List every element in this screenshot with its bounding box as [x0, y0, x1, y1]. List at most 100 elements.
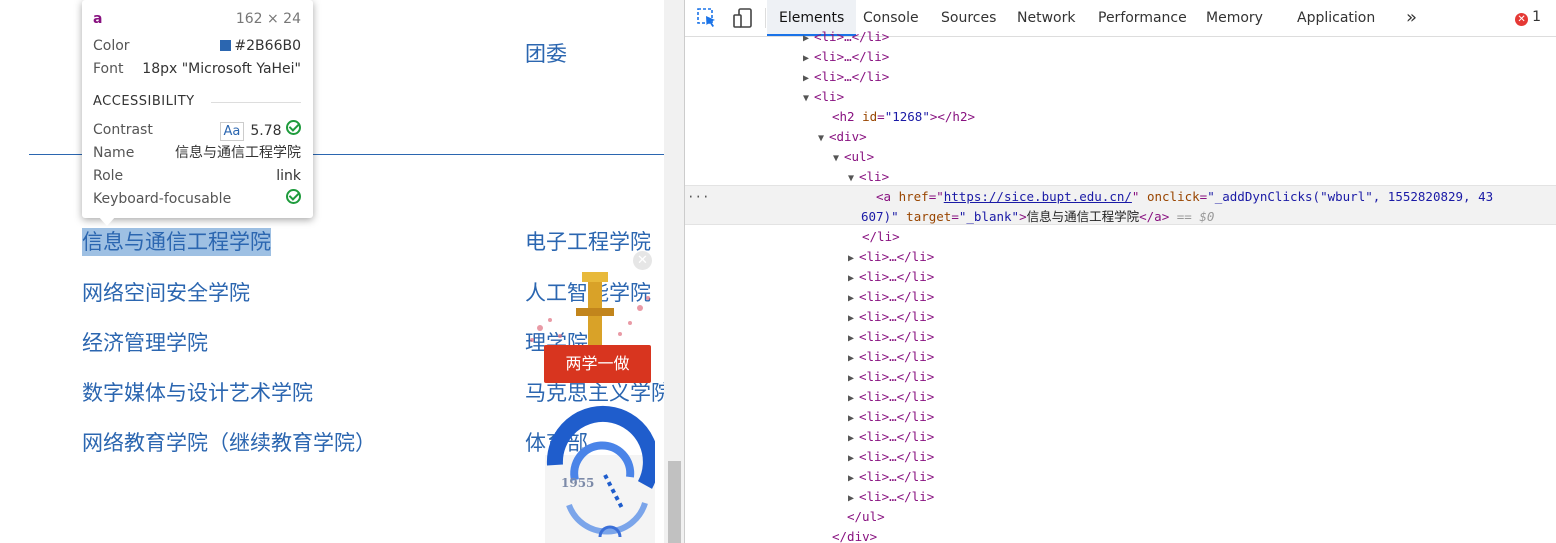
tab-network[interactable]: Network [1017, 0, 1075, 36]
tab-application[interactable]: Application [1297, 0, 1375, 36]
dom-node[interactable]: </li> [862, 227, 900, 247]
link-tuanwei[interactable]: 团委 [525, 40, 567, 68]
tab-memory[interactable]: Memory [1206, 0, 1263, 36]
two-studies-badge[interactable]: 两学一做 [544, 345, 651, 383]
tooltip-name-label: Name [93, 145, 135, 161]
dom-node[interactable]: ▶ <li>…</li> [848, 327, 934, 347]
node-text: <li>…</li> [859, 489, 935, 504]
link-college-1[interactable]: 信息与通信工程学院 [82, 228, 271, 256]
tooltip-color-value: #2B66B0 [234, 38, 301, 54]
close-icon[interactable]: ✕ [633, 251, 652, 270]
dom-node[interactable]: ▶ <li>…</li> [848, 367, 934, 387]
dom-node[interactable]: ▶ <li>…</li> [803, 67, 889, 87]
link-college-5[interactable]: 网络教育学院（继续教育学院） [82, 429, 376, 457]
device-toggle-icon[interactable] [732, 7, 754, 29]
attr-name: onclick [1139, 189, 1200, 204]
dom-node[interactable]: ▼ <ul> [833, 147, 874, 167]
dom-node[interactable]: ▶ <li>…</li> [848, 247, 934, 267]
error-icon: ✕ [1515, 13, 1529, 26]
node-text: <li>…</li> [859, 289, 935, 304]
node-text: </li> [862, 229, 900, 244]
dom-node[interactable]: <h2 id="1268"></h2> [832, 107, 975, 127]
node-text: <li>…</li> [859, 469, 935, 484]
dom-node[interactable]: ▶ <li>…</li> [848, 427, 934, 447]
tooltip-tag: a [93, 11, 103, 27]
node-text: <li>…</li> [859, 369, 935, 384]
dom-node[interactable]: ▶ <li>…</li> [848, 347, 934, 367]
node-text: <li>…</li> [859, 409, 935, 424]
href-link[interactable]: https://sice.bupt.edu.cn/ [944, 189, 1132, 204]
dom-node[interactable]: ▶ <li>…</li> [803, 27, 889, 47]
node-text: <li>…</li> [814, 29, 890, 44]
link-college-right-1[interactable]: 电子工程学院 [525, 228, 651, 256]
node-text: </div> [832, 529, 878, 543]
node-actions-icon[interactable]: ··· [687, 187, 710, 207]
scrollbar-thumb[interactable] [668, 461, 681, 543]
node-text-content: 信息与通信工程学院 [1026, 209, 1140, 224]
tab-performance[interactable]: Performance [1098, 0, 1187, 36]
devtools-panel: Elements Console Sources Network Perform… [684, 0, 1556, 543]
node-text: <h2 [832, 109, 863, 124]
dom-node[interactable]: ▶ <li>…</li> [848, 267, 934, 287]
dom-node[interactable]: ▶ <li>…</li> [803, 47, 889, 67]
dom-node[interactable]: ▶ <li>…</li> [848, 387, 934, 407]
dom-node[interactable]: </ul> [847, 507, 885, 527]
node-text: <li>…</li> [814, 49, 890, 64]
node-text: <li> [859, 169, 890, 184]
tooltip-accessibility-heading: ACCESSIBILITY [93, 94, 195, 109]
attr-name: id [862, 109, 878, 124]
dom-node[interactable]: </div> [832, 527, 877, 543]
svg-text:1955: 1955 [561, 476, 594, 490]
attr-value: "1268" [884, 109, 930, 124]
node-text: <li>…</li> [859, 309, 935, 324]
inspect-element-icon[interactable] [696, 7, 718, 29]
node-text: ></h2> [929, 109, 976, 124]
link-college-3[interactable]: 经济管理学院 [82, 329, 208, 357]
error-counter[interactable]: ✕ 1 [1515, 9, 1541, 26]
contrast-sample: Aa [219, 122, 245, 141]
dom-node[interactable]: ▼ <li> [803, 87, 844, 107]
dom-node[interactable]: ▶ <li>…</li> [848, 307, 934, 327]
anniversary-logo: 1955 [545, 405, 655, 543]
node-text: </ul> [847, 509, 885, 524]
inspect-tooltip: a 162 × 24 Color #2B66B0 Font 18px "Micr… [82, 0, 313, 218]
node-text: <li>…</li> [859, 329, 935, 344]
error-count: 1 [1532, 9, 1541, 25]
attr-value: "_blank" [958, 209, 1020, 224]
node-text: <li>…</li> [859, 269, 935, 284]
node-text: <li>…</li> [859, 389, 935, 404]
dom-node[interactable]: ▼ <li> [848, 167, 889, 187]
node-text: <div> [829, 129, 867, 144]
dom-node[interactable]: ▶ <li>…</li> [848, 447, 934, 467]
dom-node[interactable]: ▶ <li>…</li> [848, 407, 934, 427]
node-text: <li> [814, 89, 845, 104]
attr-name: target [898, 209, 952, 224]
dom-node-selected-cont[interactable]: 607)" target="_blank">信息与通信工程学院</a> == $… [861, 207, 1214, 227]
selected-marker: == $0 [1176, 209, 1215, 224]
tooltip-section-rule [211, 102, 301, 103]
dom-node[interactable]: ▶ <li>…</li> [848, 287, 934, 307]
link-college-2[interactable]: 网络空间安全学院 [82, 279, 250, 307]
tooltip-arrow [98, 216, 116, 226]
tab-sources[interactable]: Sources [941, 0, 996, 36]
dom-node[interactable]: ▼ <div> [818, 127, 867, 147]
dom-tree: ▶ <li>…</li> ▶ <li>…</li> ▶ <li>…</li> ▼ <li… [685, 29, 1556, 543]
dom-node-selected[interactable]: <a href="https://sice.bupt.edu.cn/" oncl… [876, 187, 1493, 207]
link-college-right-4[interactable]: 马克思主义学院 [525, 379, 664, 407]
dom-node[interactable]: ▶ <li>…</li> [848, 487, 934, 507]
node-text: <ul> [844, 149, 875, 164]
tooltip-contrast-label: Contrast [93, 122, 153, 138]
tooltip-role-value: link [276, 168, 301, 184]
attr-value: "_addDynClicks("wburl", 1552820829, 43 [1207, 189, 1494, 204]
node-text: <li>…</li> [859, 349, 935, 364]
node-text: <li>…</li> [859, 429, 935, 444]
dom-node[interactable]: ▶ <li>…</li> [848, 467, 934, 487]
node-text: <li>…</li> [859, 249, 935, 264]
node-text: </a> [1139, 209, 1170, 224]
tooltip-color-label: Color [93, 38, 130, 54]
tooltip-keyboard-label: Keyboard-focusable [93, 191, 232, 207]
link-college-4[interactable]: 数字媒体与设计艺术学院 [82, 379, 313, 407]
attr-name: href [898, 189, 929, 204]
tooltip-name-value: 信息与通信工程学院 [175, 145, 301, 161]
more-tabs-icon[interactable]: » [1406, 0, 1417, 36]
